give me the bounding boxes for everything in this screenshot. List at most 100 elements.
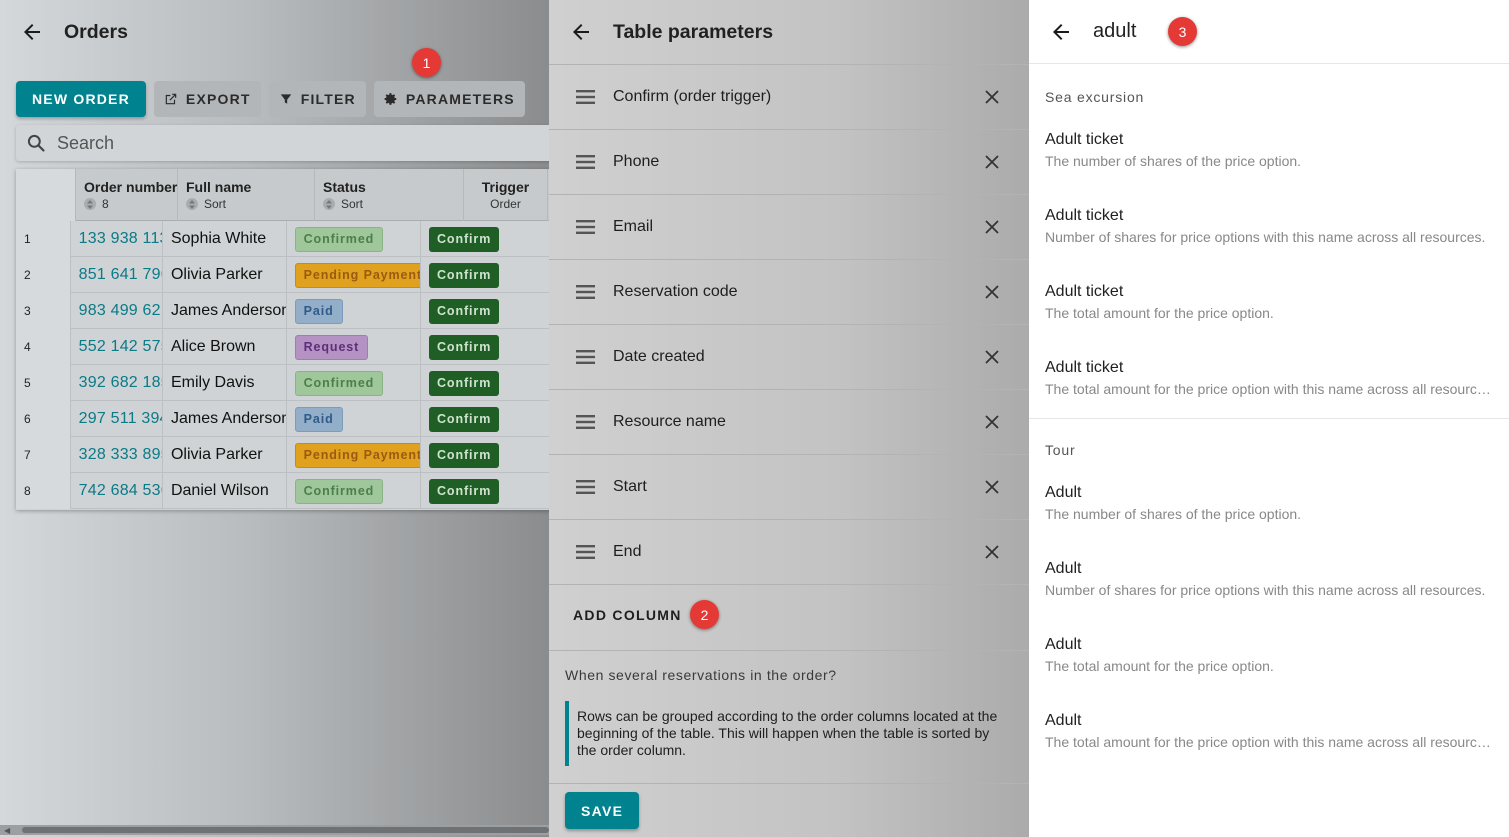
table-row[interactable]: 7 328 333 895 Olivia Parker Pending Payment… (16, 437, 549, 473)
remove-column-icon[interactable] (984, 284, 1000, 300)
order-number-link[interactable]: 133 938 113 (71, 221, 163, 257)
sort-icon[interactable] (84, 198, 96, 210)
remove-column-icon[interactable] (984, 154, 1000, 170)
remove-column-icon[interactable] (984, 414, 1000, 430)
status-cell: Pending Payment (287, 257, 421, 293)
page-title: Orders (64, 20, 128, 43)
result-item[interactable]: Adult The number of shares of the price o… (1045, 484, 1495, 522)
column-list-item[interactable]: Resource name (549, 390, 1029, 455)
search-input[interactable]: Search (16, 125, 549, 161)
column-header-order-number[interactable]: Order number 8 (76, 169, 178, 221)
table-row[interactable]: 2 851 641 796 Olivia Parker Pending Payment… (16, 257, 549, 293)
remove-column-icon[interactable] (984, 349, 1000, 365)
column-list-item[interactable]: Start (549, 455, 1029, 520)
row-index: 2 (16, 257, 71, 293)
drag-handle-icon[interactable] (576, 285, 595, 299)
filter-label: FILTER (300, 91, 356, 107)
order-number-link[interactable]: 328 333 895 (71, 437, 163, 473)
back-arrow-icon[interactable] (19, 19, 45, 45)
scroll-left-icon[interactable]: ◀ (4, 826, 10, 835)
column-list-item[interactable]: End (549, 520, 1029, 585)
drag-handle-icon[interactable] (576, 480, 595, 494)
result-item[interactable]: Adult The total amount for the price opti… (1045, 712, 1495, 750)
drag-handle-icon[interactable] (576, 415, 595, 429)
save-button[interactable]: SAVE (565, 792, 640, 829)
table-row[interactable]: 6 297 511 394 James Anderson Paid Confirm (16, 401, 549, 437)
order-number-link[interactable]: 552 142 575 (71, 329, 163, 365)
search-query-input[interactable]: adult (1093, 20, 1136, 43)
table-row[interactable]: 4 552 142 575 Alice Brown Request Confirm (16, 329, 549, 365)
drag-handle-icon[interactable] (576, 90, 595, 104)
order-number-link[interactable]: 392 682 185 (71, 365, 163, 401)
row-index: 1 (16, 221, 71, 257)
status-badge: Pending Payment (294, 442, 420, 468)
confirm-trigger-button[interactable]: Confirm (429, 370, 500, 396)
column-list-item[interactable]: Email (549, 195, 1029, 260)
result-item[interactable]: Adult Number of shares for price options … (1045, 560, 1495, 598)
column-title: Status (323, 179, 366, 195)
confirm-trigger-button[interactable]: Confirm (429, 334, 500, 360)
column-list-item[interactable]: Confirm (order trigger) (549, 65, 1029, 130)
table-row[interactable]: 8 742 684 536 Daniel Wilson Confirmed Confir… (16, 473, 549, 509)
status-badge: Paid (294, 298, 343, 324)
confirm-trigger-button[interactable]: Confirm (429, 298, 500, 324)
export-button[interactable]: EXPORT (153, 81, 261, 117)
trigger-cell: Confirm (421, 401, 549, 437)
add-column-button[interactable]: ADD COLUMN (573, 607, 682, 623)
row-index: 4 (16, 329, 71, 365)
order-number-link[interactable]: 297 511 394 (71, 401, 163, 437)
result-item[interactable]: Adult ticket The number of shares of the … (1045, 131, 1495, 169)
table-header: Order number 8 Full name Sort Status Sor… (16, 169, 549, 221)
sort-icon[interactable] (186, 198, 198, 210)
confirm-trigger-button[interactable]: Confirm (429, 262, 500, 288)
column-list-item[interactable]: Phone (549, 130, 1029, 195)
remove-column-icon[interactable] (984, 479, 1000, 495)
table-row[interactable]: 5 392 682 185 Emily Davis Confirmed Confirm (16, 365, 549, 401)
result-item[interactable]: Adult ticket The total amount for the pri… (1045, 283, 1495, 321)
full-name-cell: Olivia Parker (163, 257, 287, 293)
column-label: Confirm (order trigger) (613, 88, 772, 105)
status-badge: Paid (294, 406, 343, 432)
result-item[interactable]: Adult ticket The total amount for the pri… (1045, 359, 1495, 397)
column-header-trigger[interactable]: Trigger Order (464, 169, 548, 221)
column-header-status[interactable]: Status Sort (315, 169, 464, 221)
scrollbar-thumb[interactable] (22, 827, 549, 833)
sort-icon[interactable] (323, 198, 335, 210)
column-list-item[interactable]: Reservation code (549, 260, 1029, 325)
column-sort-label: Order (490, 197, 521, 211)
drag-handle-icon[interactable] (576, 155, 595, 169)
remove-column-icon[interactable] (984, 219, 1000, 235)
table-row[interactable]: 1 133 938 113 Sophia White Confirmed Confirm (16, 221, 549, 257)
result-item[interactable]: Adult The total amount for the price opti… (1045, 636, 1495, 674)
remove-column-icon[interactable] (984, 89, 1000, 105)
confirm-trigger-button[interactable]: Confirm (429, 478, 500, 504)
confirm-trigger-button[interactable]: Confirm (429, 442, 500, 468)
column-header-full-name[interactable]: Full name Sort (178, 169, 315, 221)
horizontal-scrollbar[interactable]: ◀ (0, 825, 549, 835)
column-list-item[interactable]: Date created (549, 325, 1029, 390)
parameters-button[interactable]: PARAMETERS (373, 81, 525, 117)
filter-button[interactable]: FILTER (268, 81, 366, 117)
back-arrow-icon[interactable] (1048, 19, 1074, 45)
remove-column-icon[interactable] (984, 544, 1000, 560)
row-index: 8 (16, 473, 71, 509)
column-sort-label: 8 (102, 197, 109, 211)
back-arrow-icon[interactable] (568, 19, 594, 45)
full-name-cell: James Anderson (163, 401, 287, 437)
column-title: Trigger (481, 179, 530, 195)
result-item[interactable]: Adult ticket Number of shares for price o… (1045, 207, 1495, 245)
table-row[interactable]: 3 983 499 621 James Anderson Paid Confirm (16, 293, 549, 329)
divider (549, 650, 1029, 651)
order-number-link[interactable]: 983 499 621 (71, 293, 163, 329)
trigger-cell: Confirm (421, 329, 549, 365)
trigger-cell: Confirm (421, 221, 549, 257)
drag-handle-icon[interactable] (576, 220, 595, 234)
drag-handle-icon[interactable] (576, 350, 595, 364)
order-number-link[interactable]: 742 684 536 (71, 473, 163, 509)
drag-handle-icon[interactable] (576, 545, 595, 559)
confirm-trigger-button[interactable]: Confirm (429, 226, 500, 252)
new-order-button[interactable]: NEW ORDER (16, 81, 146, 117)
order-number-link[interactable]: 851 641 796 (71, 257, 163, 293)
confirm-trigger-button[interactable]: Confirm (429, 406, 500, 432)
status-cell: Paid (287, 401, 421, 437)
